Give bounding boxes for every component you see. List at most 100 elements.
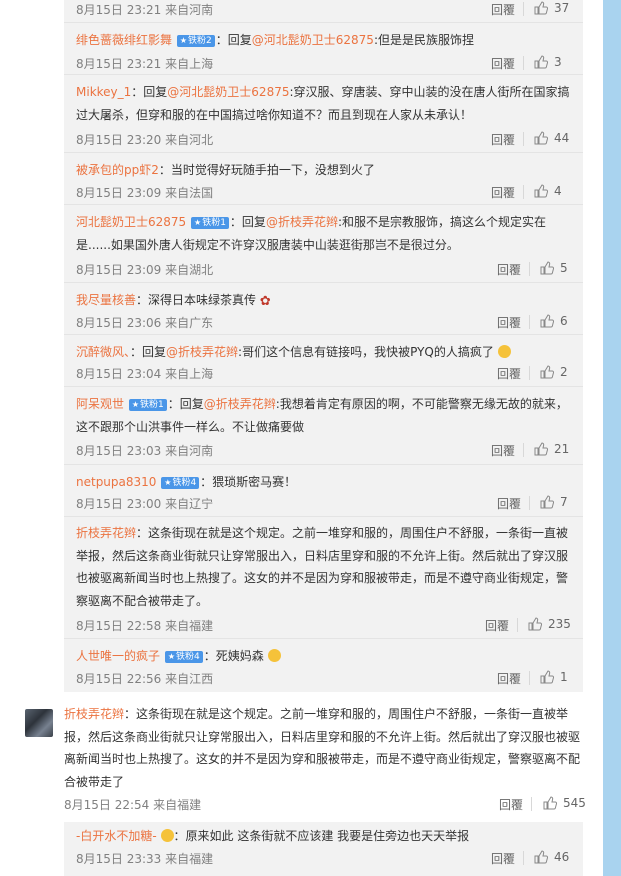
reply-username[interactable]: 人世唯一的疯子	[76, 649, 160, 663]
comment-feed: 8月15日 23:21 来自河南 回覆 37 绯色蔷薇绯红影舞 ★铁粉2 ：回复@…	[0, 0, 603, 876]
reply-button[interactable]: 回覆	[497, 314, 521, 331]
reply-username[interactable]: 我尽量核善	[76, 293, 136, 307]
mention-link[interactable]: @折枝弄花辫	[266, 215, 338, 229]
reply-button[interactable]: 回覆	[491, 1, 515, 18]
like-count: 2	[560, 365, 568, 379]
like-button[interactable]: 4	[534, 184, 562, 201]
reply-username[interactable]: 河北髭奶卫士62875	[76, 215, 186, 229]
like-button[interactable]: 6	[540, 314, 568, 331]
comment-username[interactable]: 折枝弄花辫	[64, 707, 124, 721]
reply-text: :但是是民族服饰捏	[373, 33, 474, 47]
reply-button[interactable]: 回覆	[491, 850, 515, 867]
like-button[interactable]: 3	[534, 55, 562, 72]
thumbs-up-icon	[534, 1, 549, 18]
reply-text: ：当时觉得好玩随手拍一下，没想到火了	[158, 163, 375, 177]
mention-link[interactable]: @折枝弄花辫	[166, 345, 238, 359]
reply-item: Mikkey_1：回复@河北髭奶卫士62875:穿汉服、穿唐装、穿中山装的没在唐…	[64, 74, 583, 153]
divider	[523, 56, 524, 70]
reply-content: 绯色蔷薇绯红影舞 ★铁粉2 ：回复@河北髭奶卫士62875:但是是民族服饰捏	[76, 29, 571, 52]
reply-username[interactable]: 阿呆观世	[76, 397, 124, 411]
reply-username[interactable]: 沉醉微风、	[76, 345, 130, 359]
like-count: 6	[560, 314, 568, 328]
avatar[interactable]	[25, 709, 53, 737]
reply-button[interactable]: 回覆	[497, 495, 521, 512]
thumbs-up-icon	[528, 617, 543, 634]
reply-prefix: ：回复	[131, 85, 168, 99]
reply-button[interactable]: 回覆	[485, 617, 509, 634]
reply-time: 8月15日 23:09 来自湖北	[76, 263, 214, 277]
divider	[517, 618, 518, 632]
reply-button[interactable]: 回覆	[499, 796, 523, 813]
thumbs-up-icon	[534, 131, 549, 148]
reply-item: 折枝弄花辫：这条街现在就是这个规定。之前一堆穿和服的，周围住户不舒服，一条街一直…	[64, 516, 583, 639]
reply-username[interactable]: Mikkey_1	[76, 85, 131, 99]
like-count: 235	[548, 617, 571, 631]
facepalm-emoji-icon	[497, 345, 511, 358]
reply-text: :哥们这个信息有链接吗，我快被PYQ的人搞疯了	[238, 345, 494, 359]
mention-link[interactable]: @折枝弄花辫	[204, 397, 276, 411]
like-button[interactable]: 1	[540, 670, 568, 687]
reply-username[interactable]: 绯色蔷薇绯红影舞	[76, 33, 172, 47]
like-count: 3	[554, 55, 562, 69]
like-button[interactable]: 46	[534, 850, 569, 867]
like-count: 44	[554, 131, 570, 145]
like-button[interactable]: 21	[534, 442, 569, 459]
like-button[interactable]: 545	[543, 796, 586, 813]
reply-content: 被承包的pp虾2：当时觉得好玩随手拍一下，没想到火了	[76, 159, 571, 182]
reply-time: 8月15日 22:56 来自江西	[76, 672, 214, 686]
divider	[523, 185, 524, 199]
thumbs-up-icon	[534, 442, 549, 459]
reply-content: 我尽量核善：深得日本味绿茶真传 ✿	[76, 289, 571, 314]
thumbs-up-icon	[540, 365, 555, 382]
reply-username[interactable]: 折枝弄花辫	[76, 526, 136, 540]
reply-button[interactable]: 回覆	[497, 670, 521, 687]
fan-badge: ★铁粉1	[128, 399, 167, 411]
star-icon: ★	[131, 400, 140, 409]
fan-badge: ★铁粉4	[164, 651, 203, 663]
divider	[529, 671, 530, 685]
reply-prefix: ：回复	[167, 397, 204, 411]
reply-time: 8月15日 23:06 来自广东	[76, 316, 214, 330]
like-button[interactable]: 5	[540, 261, 568, 278]
reply-content: 折枝弄花辫：这条街现在就是这个规定。之前一堆穿和服的，周围住户不舒服，一条街一直…	[76, 522, 571, 612]
reply-username[interactable]: -白开水不加糖-	[76, 829, 157, 843]
reply-content: netpupa8310 ★铁粉4 ：猥琐斯密马赛！	[76, 471, 571, 494]
like-count: 1	[560, 670, 568, 684]
thumbs-up-icon	[543, 796, 558, 813]
reply-prefix: ：回复	[229, 215, 266, 229]
reply-button[interactable]: 回覆	[497, 365, 521, 382]
reply-text: ：死姨妈森	[203, 649, 264, 663]
sub-reply-list: -白开水不加糖- ：原来如此 这条街就不应该建 我要是住旁边也天天举报 8月15…	[64, 822, 583, 876]
reply-time: 8月15日 23:04 来自上海	[76, 367, 214, 381]
reply-username[interactable]: 被承包的pp虾2	[76, 163, 159, 177]
reply-content: 阿呆观世 ★铁粉1 ：回复@折枝弄花辫:我想着肯定有原因的啊，不可能警察无缘无故的…	[76, 393, 571, 438]
reply-item: -白开水不加糖- ：原来如此 这条街就不应该建 我要是住旁边也天天举报 8月15…	[64, 822, 583, 876]
mention-link[interactable]: @河北髭奶卫士62875	[252, 33, 374, 47]
mention-link[interactable]: @河北髭奶卫士62875	[167, 85, 289, 99]
scrollbar[interactable]	[603, 0, 621, 876]
comment-time: 8月15日 22:54 来自福建	[64, 798, 202, 812]
reply-button[interactable]: 回覆	[491, 184, 515, 201]
reply-button[interactable]: 回覆	[491, 131, 515, 148]
thumbs-up-icon	[534, 184, 549, 201]
divider	[531, 797, 532, 811]
divider	[523, 132, 524, 146]
reply-time: 8月15日 23:21 来自上海	[76, 57, 214, 71]
reply-text: ：原来如此 这条街就不应该建 我要是住旁边也天天举报	[173, 829, 470, 843]
like-button[interactable]: 44	[534, 131, 569, 148]
fan-badge: ★铁粉2	[176, 35, 215, 47]
like-count: 4	[554, 184, 562, 198]
reply-button[interactable]: 回覆	[491, 55, 515, 72]
like-button[interactable]: 37	[534, 1, 569, 18]
reply-button[interactable]: 回覆	[497, 261, 521, 278]
like-count: 545	[563, 796, 586, 810]
reply-item: 绯色蔷薇绯红影舞 ★铁粉2 ：回复@河北髭奶卫士62875:但是是民族服饰捏 8月…	[64, 22, 583, 75]
like-button[interactable]: 7	[540, 495, 568, 512]
reply-button[interactable]: 回覆	[491, 442, 515, 459]
fan-badge-label: 铁粉1	[140, 400, 164, 410]
thumbs-up-icon	[534, 850, 549, 867]
like-button[interactable]: 2	[540, 365, 568, 382]
reply-item: 我尽量核善：深得日本味绿茶真传 ✿ 8月15日 23:06 来自广东 回覆 6	[64, 282, 583, 335]
reply-username[interactable]: netpupa8310	[76, 475, 156, 489]
like-button[interactable]: 235	[528, 617, 571, 634]
